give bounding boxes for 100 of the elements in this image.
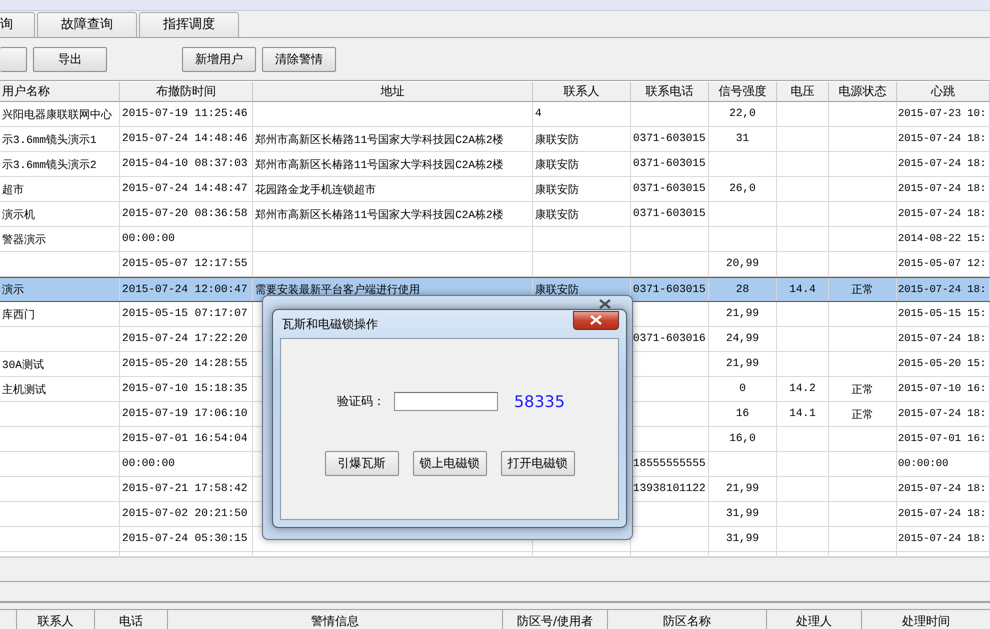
- column-header[interactable]: 布撤防时间: [120, 82, 253, 102]
- table-cell: [829, 152, 897, 177]
- toolbar-button[interactable]: 清除警情: [262, 46, 336, 72]
- table-cell: 00:00:00: [120, 227, 253, 252]
- table-cell: 2015-05-20 15:: [897, 352, 990, 377]
- close-button[interactable]: [573, 310, 619, 330]
- table-cell: 14.2: [777, 377, 829, 402]
- table-cell: 16: [709, 402, 777, 427]
- close-icon[interactable]: [599, 299, 611, 309]
- table-cell: 郑州市高新区长椿路11号国家大学科技园C2A栋2楼: [253, 202, 533, 227]
- table-cell: [829, 177, 897, 202]
- table-cell: [777, 302, 829, 327]
- table-cell: 2015-07-24 05:30:15: [120, 527, 253, 552]
- table-cell: [777, 327, 829, 352]
- dialog-button[interactable]: 锁上电磁锁: [412, 451, 486, 476]
- column-header[interactable]: 警情信息: [168, 610, 503, 629]
- table-cell: 21,99: [709, 352, 777, 377]
- table-cell: 主机测试: [0, 377, 120, 402]
- toolbar-button[interactable]: 导出: [33, 46, 107, 72]
- close-icon: [590, 315, 602, 325]
- table-cell: 2015-07-24 17:22:20: [120, 327, 253, 352]
- field-label: 验证码：: [337, 393, 386, 410]
- column-header[interactable]: 用户名称: [0, 82, 120, 102]
- table-cell: 2015-07-24 18:: [897, 278, 990, 301]
- table-cell: 正常: [829, 377, 897, 402]
- table-cell: 30A测试: [0, 352, 120, 377]
- input-field[interactable]: [394, 392, 498, 411]
- tab[interactable]: 询: [0, 12, 35, 37]
- tab[interactable]: 指挥调度: [139, 12, 239, 37]
- table-cell: 0: [709, 377, 777, 402]
- table-cell: [709, 202, 777, 227]
- column-header[interactable]: 地址: [253, 82, 533, 102]
- column-header[interactable]: 联系电话: [631, 82, 709, 102]
- table-cell: 4: [533, 102, 631, 127]
- table-cell: 31,99: [709, 502, 777, 527]
- table-cell: 2015-07-24 18:: [897, 402, 990, 427]
- column-header[interactable]: 信号强度: [709, 82, 777, 102]
- table-cell: [829, 227, 897, 252]
- column-header[interactable]: 防区名称: [608, 610, 767, 629]
- table-cell: 康联安防: [533, 177, 631, 202]
- dialog-title: 瓦斯和电磁锁操作: [281, 316, 378, 332]
- column-header[interactable]: 电源状态: [829, 82, 897, 102]
- table-cell: [829, 327, 897, 352]
- table-cell: 2015-07-02 20:21:50: [120, 502, 253, 527]
- dialog-button[interactable]: 引爆瓦斯: [324, 451, 398, 476]
- table-cell: [709, 452, 777, 477]
- table-cell: [777, 127, 829, 152]
- table-cell: 22,0: [709, 102, 777, 127]
- table-cell: 26,0: [709, 177, 777, 202]
- table-cell: [829, 452, 897, 477]
- toolbar-button[interactable]: [0, 46, 27, 72]
- table-cell: [829, 477, 897, 502]
- table-cell: 14.1: [777, 402, 829, 427]
- table-cell: [829, 427, 897, 452]
- table-cell: [829, 202, 897, 227]
- table-cell: 正常: [829, 402, 897, 427]
- table-cell: [777, 202, 829, 227]
- table-cell: 2015-07-24 18:: [897, 152, 990, 177]
- table-cell: 康联安防: [533, 127, 631, 152]
- table-cell: 2015-07-24 18:: [897, 327, 990, 352]
- table-cell: [829, 102, 897, 127]
- table-cell: [709, 227, 777, 252]
- table-cell: 2015-05-15 07:17:07: [120, 302, 253, 327]
- column-header[interactable]: 处理时间: [862, 610, 990, 629]
- table-cell: [777, 527, 829, 552]
- column-header[interactable]: 心跳: [897, 82, 990, 102]
- tab[interactable]: 故障查询: [37, 12, 137, 37]
- table-cell: 2015-07-20 08:36:58: [120, 202, 253, 227]
- dialog-button[interactable]: 打开电磁锁: [500, 451, 574, 476]
- table-cell: 0371-603015: [631, 127, 709, 152]
- table-cell: 2015-07-24 18:: [897, 502, 990, 527]
- table-cell: 2015-07-23 10:: [897, 102, 990, 127]
- column-header[interactable]: 联系人: [533, 82, 631, 102]
- column-header[interactable]: 防区号/使用者: [503, 610, 608, 629]
- column-header[interactable]: 电压: [777, 82, 829, 102]
- table-cell: 21,99: [709, 302, 777, 327]
- column-header[interactable]: 联系人: [17, 610, 95, 629]
- table-cell: 31,99: [709, 527, 777, 552]
- table-cell: [829, 127, 897, 152]
- table-cell: 示3.6mm镜头演示1: [0, 127, 120, 152]
- table-cell: 21,99: [709, 477, 777, 502]
- table-cell: 2015-07-24 14:48:46: [120, 127, 253, 152]
- table-cell: [777, 352, 829, 377]
- table-cell: 2015-07-24 18:: [897, 477, 990, 502]
- table-cell: 示3.6mm镜头演示2: [0, 152, 120, 177]
- column-header[interactable]: 电话: [95, 610, 168, 629]
- table-cell: [829, 502, 897, 527]
- table-cell: 2015-07-24 18:: [897, 202, 990, 227]
- table-cell: 演示机: [0, 202, 120, 227]
- table-cell: [777, 152, 829, 177]
- table-cell: 2015-05-15 15:: [897, 302, 990, 327]
- selected-row[interactable]: 演示 2015-07-24 12:00:47 需要安装最新平台客户端进行使用 康联安防 0371-603015 28 14.4 正常 2015-07-24 18:: [0, 277, 990, 302]
- table-cell: 14.4: [777, 278, 829, 301]
- table-cell: 2015-05-20 14:28:55: [120, 352, 253, 377]
- toolbar-button[interactable]: 新增用户: [182, 46, 256, 72]
- table-cell: 00:00:00: [120, 452, 253, 477]
- table-cell: 28: [709, 278, 777, 301]
- table-cell: 警器演示: [0, 227, 120, 252]
- column-header[interactable]: 处理人: [767, 610, 862, 629]
- table-cell: 0371-603015: [631, 202, 709, 227]
